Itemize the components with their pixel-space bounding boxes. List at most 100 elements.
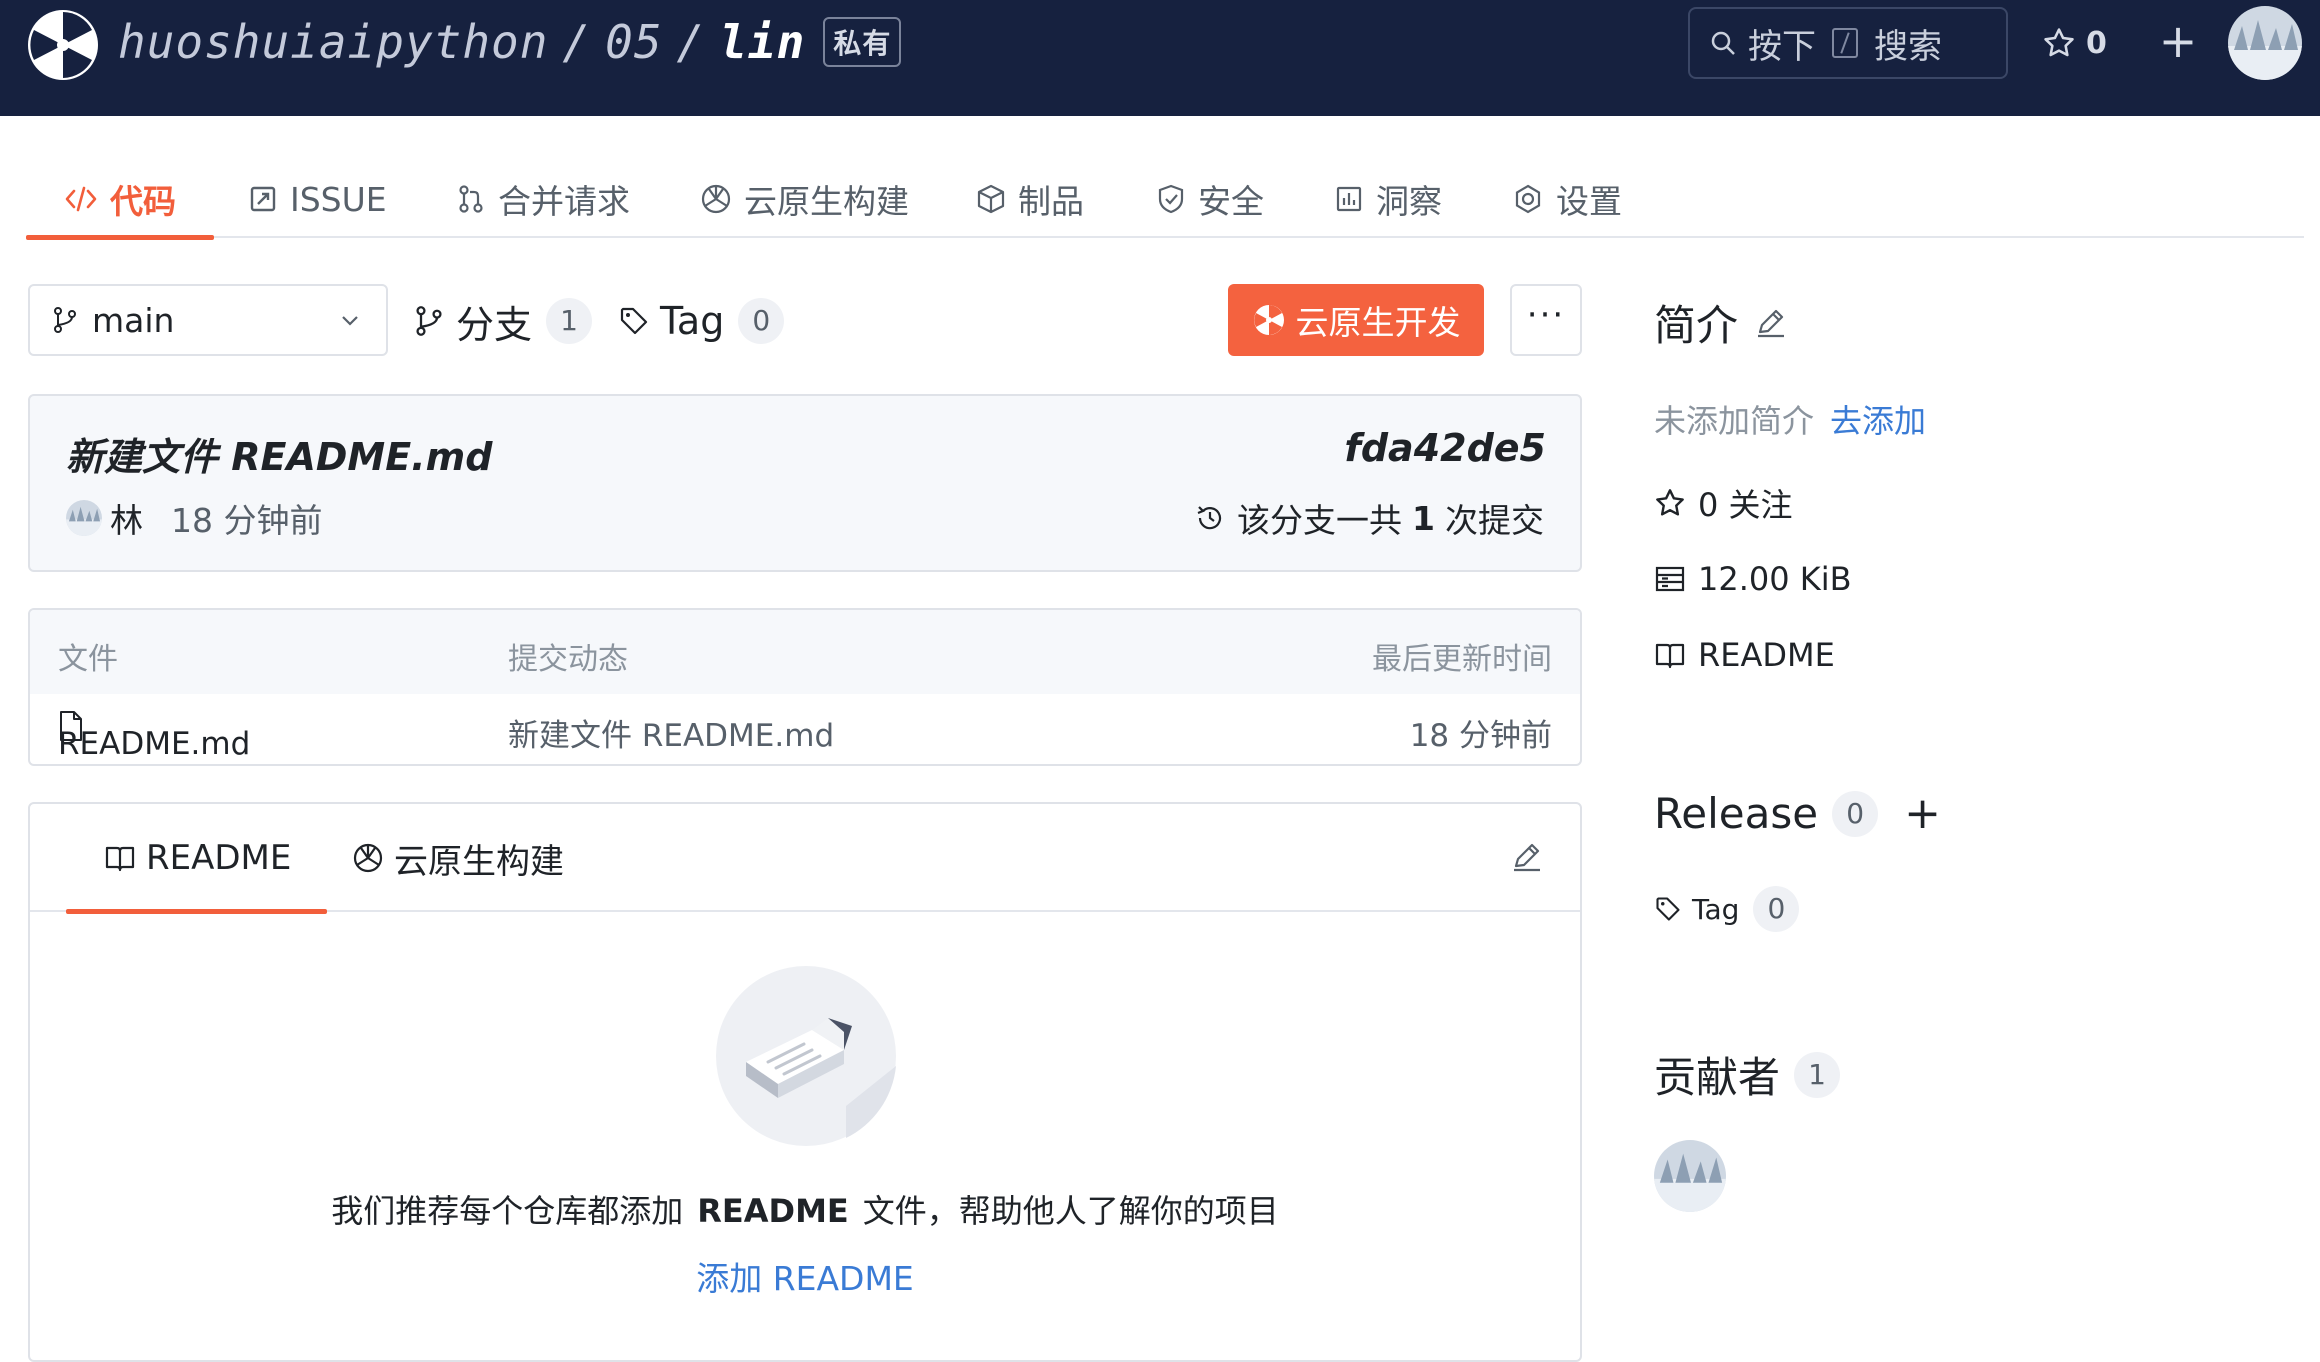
book-icon [1655,643,1685,669]
user-avatar[interactable] [2228,6,2302,80]
cloud-native-dev-button[interactable]: 云原生开发 [1228,284,1484,356]
search-icon [1711,31,1735,55]
intro-heading: 简介 [1654,292,1788,353]
breadcrumb-separator: / [562,15,592,69]
tab-label: README [146,838,292,878]
release-heading: Release 0 + [1654,788,1941,839]
tab-label: ISSUE [290,179,387,219]
watchers-link[interactable]: 0 关注 [1654,478,1793,528]
file-commit-message[interactable]: 新建文件 README.md [508,710,834,755]
branch-icon [416,306,442,336]
author-name[interactable]: 林 [110,494,143,542]
tags-label: Tag [660,299,725,343]
edit-icon[interactable] [1754,306,1788,340]
readme-link-label: README [1698,636,1835,674]
contributor-avatar[interactable] [1654,1140,1726,1212]
sidebar-tag-label: Tag [1692,892,1740,926]
file-table: 文件 提交动态 最后更新时间 README.md 新建文件 README.md … [28,608,1582,766]
search-input[interactable]: 按下 搜索 [1688,7,2008,79]
commit-history-link[interactable]: 该分支一共 1 次提交 [1195,496,1544,540]
tags-link[interactable]: Tag 0 [618,292,785,350]
branches-link[interactable]: 分支 1 [414,292,593,350]
star-button[interactable]: 0 [2042,18,2107,68]
tab-packages[interactable]: 制品 [976,160,1084,238]
readme-panel: README 云原生构建 我们推荐每个仓库都添加 README 文件，帮助他人了解你… [28,802,1582,1362]
file-name-cell[interactable]: README.md [58,710,250,762]
insights-icon [1336,186,1362,212]
more-actions-button[interactable]: ··· [1510,284,1582,356]
sidebar-tags-link[interactable]: Tag 0 [1654,884,1800,934]
branch-icon [54,307,76,333]
tab-issue[interactable]: ISSUE [248,160,387,238]
sidebar-tag-count: 0 [1753,886,1800,932]
commit-hash[interactable]: fda42de5 [1344,426,1546,470]
tab-label: 洞察 [1376,182,1442,221]
intro-title: 简介 [1654,301,1739,350]
merge-request-icon [459,185,483,213]
branch-selector[interactable]: main [28,284,388,356]
tab-label: 安全 [1198,182,1264,221]
tag-icon [620,307,648,335]
empty-readme-illustration-icon [716,966,896,1146]
tab-settings[interactable]: 设置 [1512,160,1622,238]
breadcrumb-repo[interactable]: lin [719,15,805,69]
file-name: README.md [58,726,251,762]
column-header-file: 文件 [58,642,118,677]
watchers-label: 0 关注 [1698,486,1793,524]
tab-label: 云原生构建 [394,841,564,882]
file-updated-time: 18 分钟前 [1409,718,1552,754]
star-icon [1656,489,1684,516]
release-title[interactable]: Release [1654,789,1818,838]
repo-size-value: 12.00 KiB [1698,560,1852,598]
commit-count-number: 1 [1412,498,1435,538]
tab-readme-cloud-build[interactable]: 云原生构建 [352,804,564,912]
search-hint-prefix: 按下 [1748,26,1816,67]
tab-code[interactable]: 代码 [26,160,214,240]
chevron-down-icon [342,316,358,326]
tags-count: 0 [738,298,785,344]
visibility-badge: 私有 [823,17,902,67]
contributors-heading: 贡献者 1 [1654,1044,1841,1105]
slash-key-icon [1832,28,1858,58]
cloud-native-dev-label: 云原生开发 [1295,303,1461,342]
table-row[interactable]: README.md 新建文件 README.md 18 分钟前 [30,694,1580,764]
contributors-title[interactable]: 贡献者 [1654,1044,1780,1105]
breadcrumb-group[interactable]: 05 [605,15,662,69]
add-intro-link[interactable]: 去添加 [1830,402,1926,440]
package-icon [977,184,1005,214]
add-release-button[interactable]: + [1904,788,1941,839]
create-new-button[interactable]: + [2158,16,2198,66]
issue-icon [250,186,276,212]
release-count: 0 [1832,790,1879,837]
app-logo-icon[interactable] [26,8,100,82]
tab-security[interactable]: 安全 [1156,160,1264,238]
commit-count-prefix: 该分支一共 [1237,501,1403,540]
commit-message[interactable]: 新建文件 README.md [66,426,492,481]
tab-cloud-build[interactable]: 云原生构建 [700,160,909,238]
tab-readme[interactable]: README [65,804,328,914]
tab-merge-requests[interactable]: 合并请求 [456,160,630,238]
breadcrumb-owner[interactable]: huoshuiaipython [118,15,548,69]
edit-icon[interactable] [1510,840,1544,874]
tab-label: 云原生构建 [744,182,909,221]
tab-label: 设置 [1556,182,1622,221]
intro-empty-state: 未添加简介 去添加 [1654,396,1926,442]
readme-link[interactable]: README [1654,630,1835,680]
author-avatar[interactable] [66,500,102,536]
commit-count-suffix: 次提交 [1445,501,1544,540]
empty-readme-hint: 我们推荐每个仓库都添加 README 文件，帮助他人了解你的项目 [30,1186,1580,1232]
top-navigation-bar: huoshuiaipython / 05 / lin 私有 按下 搜索 0 + [0,0,2320,116]
column-header-updated: 最后更新时间 [1372,642,1552,677]
add-readme-link[interactable]: 添加 README [30,1252,1580,1300]
code-icon [65,186,97,212]
branches-label: 分支 [456,302,533,347]
last-commit-panel: 新建文件 README.md fda42de5 林 18 分钟前 该分支一共 1… [28,394,1582,572]
repo-size: 12.00 KiB [1654,554,1852,604]
tab-label: 代码 [110,182,176,221]
tab-insights[interactable]: 洞察 [1334,160,1442,238]
empty-hint-prefix: 我们推荐每个仓库都添加 [331,1192,684,1230]
repo-breadcrumb: huoshuiaipython / 05 / lin 私有 [118,12,902,72]
star-icon [2044,28,2074,57]
column-header-commit: 提交动态 [508,642,628,677]
intro-empty-text: 未添加简介 [1654,402,1815,440]
